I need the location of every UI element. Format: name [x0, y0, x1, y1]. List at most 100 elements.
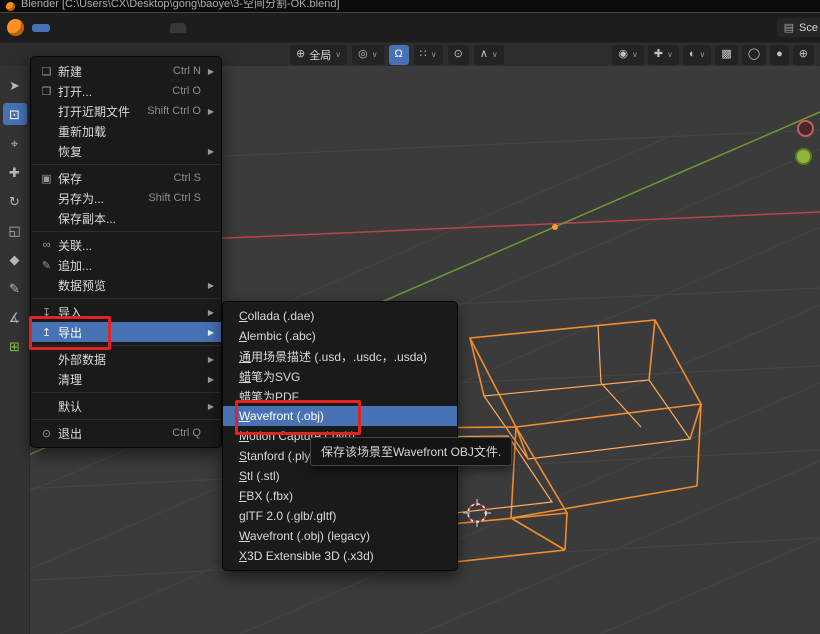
gizmos-dropdown[interactable]: ✚ ∨: [648, 45, 679, 65]
menu-item-label: Wavefront (.obj) (legacy): [239, 529, 450, 543]
submenu-arrow-icon: ▶: [205, 147, 214, 156]
file-menu-item[interactable]: ✎ 追加... ▶: [31, 255, 221, 275]
transform-orientation-dropdown[interactable]: ⊕ 全局 ∨: [290, 45, 347, 65]
export-menu-item[interactable]: glTF 2.0 (.glb/.gltf): [223, 506, 457, 526]
select-box-tool[interactable]: ⊡: [3, 103, 27, 125]
proportional-editing-toggle[interactable]: ⊙: [448, 45, 469, 65]
scale-tool[interactable]: ◱: [3, 219, 27, 241]
file-menu-item[interactable]: 保存副本... ▶: [31, 208, 221, 228]
file-menu-item[interactable]: ▣ 保存 Ctrl S ▶: [31, 168, 221, 188]
export-menu-item[interactable]: FBX (.fbx): [223, 486, 457, 506]
viewport-menu-object[interactable]: [258, 52, 272, 58]
rendered-shading-icon: ⊕: [799, 49, 808, 60]
file-menu: ❏ 新建 Ctrl N ▶ ❐ 打开... Ctrl O ▶ 打开近期文件 Sh…: [30, 56, 222, 448]
tool-icon: ➤: [9, 79, 20, 92]
viewport-menu-select[interactable]: [222, 52, 236, 58]
export-menu-item[interactable]: Alembic (.abc): [223, 326, 457, 346]
open-folder-icon: ❐: [38, 85, 55, 98]
menubar-menus: [32, 24, 126, 32]
tab-layout[interactable]: [152, 23, 168, 33]
menu-item-label: 重新加载: [58, 123, 193, 140]
menu-item-shortcut: Ctrl O: [172, 85, 201, 97]
scene-name: Sce: [799, 22, 818, 34]
menu-separator: [32, 164, 220, 165]
falloff-dropdown[interactable]: ∧ ∨: [474, 45, 504, 65]
menu-item-label: 导入: [58, 304, 193, 321]
viewport-header-right-controls: ◉ ∨ ✚ ∨ ◐ ∨ ▩ ◯: [612, 45, 820, 65]
export-menu-item[interactable]: Collada (.dae): [223, 306, 457, 326]
save-icon: ▣: [38, 172, 55, 185]
add-cube-tool[interactable]: ⊞: [3, 335, 27, 357]
file-menu-item[interactable]: 数据预览 ▶: [31, 275, 221, 295]
tab-animation[interactable]: [260, 23, 276, 33]
file-menu-item[interactable]: 外部数据 ▶: [31, 349, 221, 369]
menu-item-shortcut: Ctrl Q: [172, 427, 201, 439]
tab-texture-paint[interactable]: [224, 23, 240, 33]
file-menu-item[interactable]: ❏ 新建 Ctrl N ▶: [31, 61, 221, 81]
menu-item-shortcut: Shift Ctrl S: [148, 192, 201, 204]
tab-modeling[interactable]: [170, 23, 186, 33]
menu-item-label: 恢复: [58, 143, 193, 160]
menu-item-label: 数据预览: [58, 277, 193, 294]
tool-icon: ◱: [8, 224, 20, 237]
shading-solid-button[interactable]: ●: [770, 45, 789, 65]
blender-menu-icon[interactable]: [7, 19, 24, 36]
shading-wireframe-button[interactable]: ◯: [742, 45, 766, 65]
export-menu-item[interactable]: X3D Extensible 3D (.x3d): [223, 546, 457, 566]
file-menu-item[interactable]: 清理 ▶: [31, 369, 221, 389]
viewport-menu-add[interactable]: [240, 52, 254, 58]
pivot-point-dropdown[interactable]: ◎ ∨: [352, 45, 383, 65]
export-menu-item[interactable]: 蜡笔为SVG: [223, 366, 457, 386]
file-menu-item[interactable]: ❐ 打开... Ctrl O ▶: [31, 81, 221, 101]
file-menu-item[interactable]: 重新加载 ▶: [31, 121, 221, 141]
file-menu-item[interactable]: 恢复 ▶: [31, 141, 221, 161]
menu-item-label: Wavefront (.obj): [239, 409, 450, 423]
menu-item-shortcut: Ctrl S: [174, 172, 202, 184]
menu-render[interactable]: [70, 24, 88, 32]
menu-window[interactable]: [89, 24, 107, 32]
cursor-tool[interactable]: ⌖: [3, 132, 27, 154]
tab-rendering[interactable]: [278, 23, 294, 33]
rotate-tool[interactable]: ↻: [3, 190, 27, 212]
file-menu-item[interactable]: 默认 ▶: [31, 396, 221, 416]
tab-uv-editing[interactable]: [206, 23, 222, 33]
menu-separator: [32, 345, 220, 346]
file-menu-item[interactable]: ↥ 导出 ▶: [31, 322, 221, 342]
file-menu-item[interactable]: ⊙ 退出 Ctrl Q ▶: [31, 423, 221, 443]
tab-sculpting[interactable]: [188, 23, 204, 33]
transform-tool[interactable]: ◆: [3, 248, 27, 270]
export-menu-item[interactable]: 蜡笔为PDF: [223, 386, 457, 406]
dropdown-caret-icon: ∨: [335, 51, 341, 59]
xray-toggle[interactable]: ▩: [715, 45, 737, 65]
nav-gizmo-y-ball[interactable]: [795, 148, 812, 165]
magnet-icon: Ω: [395, 49, 403, 60]
menu-file[interactable]: [32, 24, 50, 32]
tab-shading[interactable]: [242, 23, 258, 33]
annotate-tool[interactable]: ✎: [3, 277, 27, 299]
export-menu-item[interactable]: Wavefront (.obj): [223, 406, 457, 426]
snap-with-dropdown[interactable]: ∷ ∨: [414, 45, 443, 65]
overlays-dropdown[interactable]: ◐ ∨: [683, 45, 712, 65]
file-menu-item[interactable]: ∞ 关联... ▶: [31, 235, 221, 255]
scene-selector[interactable]: ▤ Sce: [777, 18, 820, 37]
snap-toggle[interactable]: Ω: [389, 45, 409, 65]
menu-help[interactable]: [108, 24, 126, 32]
export-menu-item[interactable]: Wavefront (.obj) (legacy): [223, 526, 457, 546]
measure-tool[interactable]: ∡: [3, 306, 27, 328]
blender-window: ➤ ⊡ ⌖ ✚ ↻ ◱ ◆ ✎ ∡ ⊞ Blender [C:\Users\CX: [0, 0, 820, 634]
export-menu-item[interactable]: 通用场景描述 (.usd，.usdc，.usda): [223, 346, 457, 366]
shading-rendered-button[interactable]: ⊕: [793, 45, 814, 65]
menu-item-label: 退出: [58, 425, 164, 442]
visibility-dropdown[interactable]: ◉ ∨: [612, 45, 643, 65]
tweak-tool[interactable]: ➤: [3, 74, 27, 96]
file-menu-item[interactable]: 打开近期文件 Shift Ctrl O ▶: [31, 101, 221, 121]
nav-gizmo-x-ball[interactable]: [797, 120, 814, 137]
file-menu-item[interactable]: ↧ 导入 ▶: [31, 302, 221, 322]
proportional-icon: ⊙: [454, 49, 463, 60]
menu-separator: [32, 231, 220, 232]
file-menu-item[interactable]: 另存为... Shift Ctrl S ▶: [31, 188, 221, 208]
move-tool[interactable]: ✚: [3, 161, 27, 183]
menu-separator: [32, 298, 220, 299]
menu-edit[interactable]: [51, 24, 69, 32]
export-menu-item[interactable]: Stl (.stl): [223, 466, 457, 486]
